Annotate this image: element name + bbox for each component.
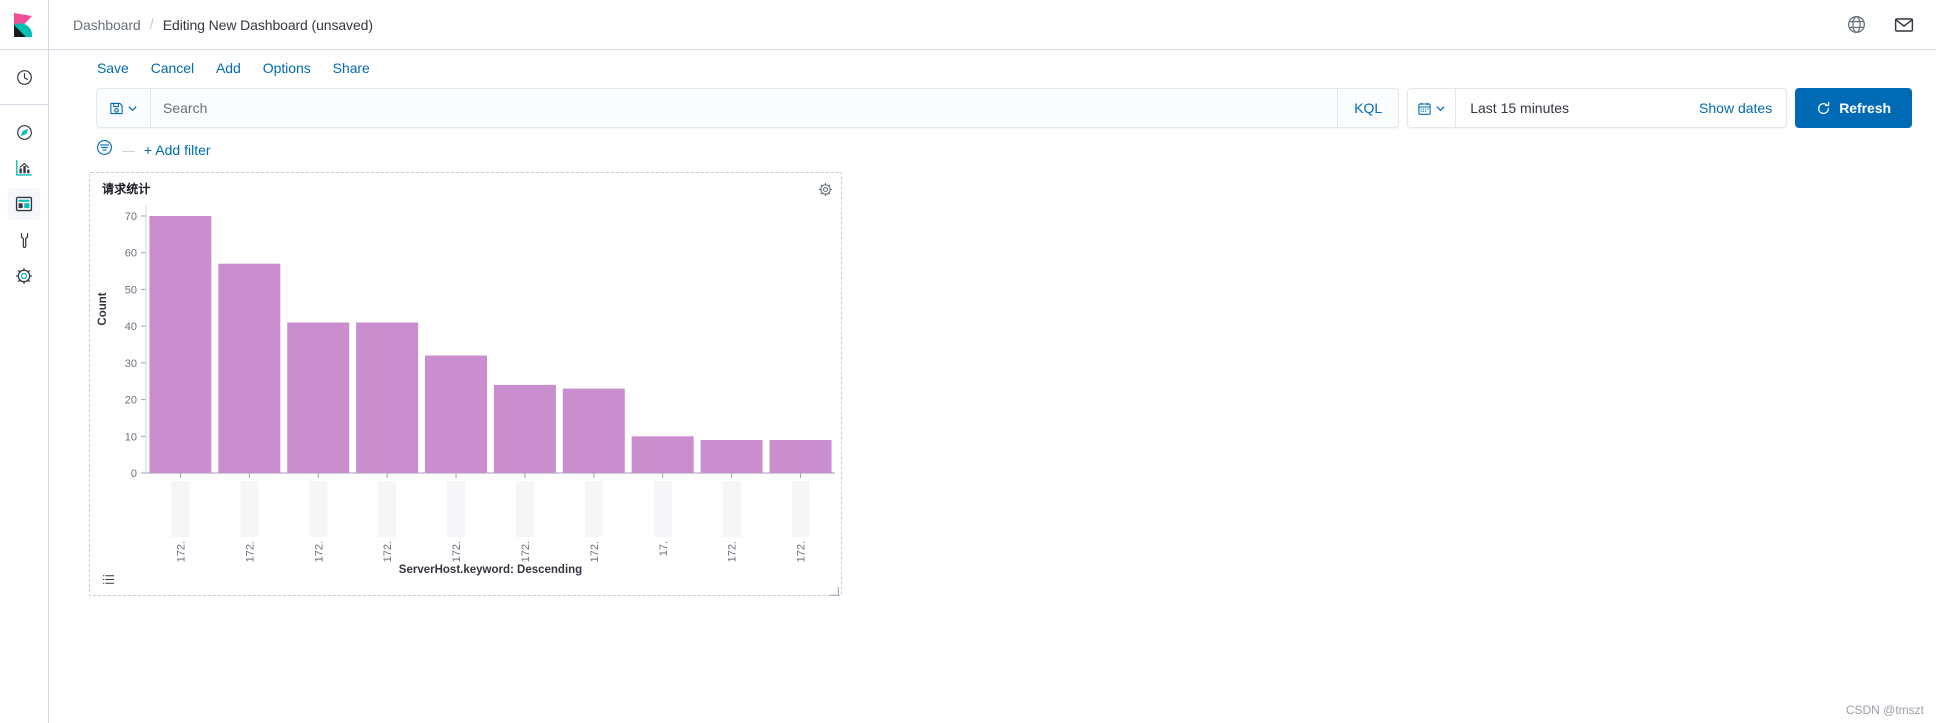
- dashboard-grid: 请求统计 0 10 20 30 40 50 60 70 Count 172. 172. 172. 172…: [49, 164, 1936, 723]
- y-axis-tick-label: 30: [125, 358, 137, 370]
- bar[interactable]: [425, 355, 487, 474]
- sidebar-item-visualize[interactable]: [8, 152, 40, 184]
- x-axis-tick-label: 172.: [796, 541, 808, 562]
- cancel-button[interactable]: Cancel: [151, 58, 194, 78]
- search-bar-group: KQL: [96, 88, 1400, 128]
- filter-list-icon[interactable]: [96, 139, 113, 161]
- time-picker: Last 15 minutes Show dates: [1407, 88, 1788, 128]
- chevron-down-icon: [128, 105, 137, 111]
- filter-dash: —: [122, 142, 135, 158]
- filter-bar: — + Add filter: [49, 128, 1936, 164]
- time-range-value[interactable]: Last 15 minutes: [1456, 89, 1699, 127]
- y-axis-tick-label: 70: [125, 211, 137, 223]
- chevron-down-icon: [1436, 105, 1445, 111]
- breadcrumb-dashboard[interactable]: Dashboard: [73, 17, 141, 33]
- x-axis-tick-label: 172.: [589, 541, 601, 562]
- y-axis-tick-label: 20: [125, 395, 137, 407]
- sidebar-item-dashboard[interactable]: [8, 188, 40, 220]
- bar-chart-icon: [16, 160, 32, 176]
- bar-chart-svg: 0 10 20 30 40 50 60 70 Count 172. 172. 172. 172. 172.…: [97, 205, 835, 576]
- refresh-button[interactable]: Refresh: [1795, 88, 1912, 128]
- search-input[interactable]: [151, 89, 1338, 127]
- sidebar-group-apps: [0, 105, 49, 294]
- legend-list-icon: [102, 575, 115, 584]
- y-axis-tick-label: 60: [125, 248, 137, 260]
- add-button[interactable]: Add: [216, 58, 241, 78]
- main-column: Dashboard / Editing New Dashboard (unsav…: [49, 0, 1936, 723]
- sidebar-item-dev-tools[interactable]: [8, 224, 40, 256]
- save-disk-icon: [110, 102, 123, 114]
- sidebar-item-recently-viewed[interactable]: [8, 61, 40, 93]
- bar[interactable]: [769, 440, 832, 473]
- legend-toggle-icon[interactable]: [102, 573, 116, 587]
- header-actions: [1847, 15, 1914, 35]
- query-bar: KQL Last 15 minutes Show dates: [49, 78, 1936, 128]
- saved-query-button[interactable]: [97, 89, 151, 127]
- x-axis-tick-label: 172.: [451, 541, 463, 562]
- calendar-icon: [1418, 102, 1431, 115]
- y-axis-tick-label: 0: [131, 468, 137, 480]
- share-button[interactable]: Share: [333, 58, 370, 78]
- wrench-icon: [20, 232, 28, 248]
- news-feed-icon[interactable]: [1894, 15, 1914, 35]
- kibana-app: Dashboard / Editing New Dashboard (unsav…: [0, 0, 1936, 723]
- sidebar-item-management[interactable]: [8, 260, 40, 292]
- y-axis-tick-label: 10: [125, 431, 137, 443]
- refresh-icon: [1818, 101, 1830, 114]
- x-axis-tick-label: 172.: [727, 541, 739, 562]
- x-axis-tick-label: 172.: [313, 541, 325, 562]
- x-axis-tick-label: 172.: [176, 541, 188, 562]
- help-icon[interactable]: [1847, 15, 1866, 34]
- dashboard-top-nav: Save Cancel Add Options Share: [49, 50, 1936, 78]
- bar[interactable]: [149, 216, 212, 473]
- primary-sidebar: [0, 0, 49, 723]
- kibana-logo[interactable]: [0, 0, 49, 50]
- watermark: CSDN @tmszt: [1845, 703, 1924, 717]
- refresh-label: Refresh: [1839, 100, 1891, 116]
- save-button[interactable]: Save: [97, 58, 129, 78]
- x-axis-tick-label: 17.: [658, 541, 670, 556]
- bar[interactable]: [562, 388, 625, 473]
- help-circle-icon: [1848, 16, 1865, 33]
- visualization-chart[interactable]: 0 10 20 30 40 50 60 70 Count 172. 172. 172. 172. 172.…: [90, 197, 841, 595]
- envelope-icon: [1894, 17, 1914, 32]
- dashboard-icon: [15, 196, 33, 212]
- gear-icon: [818, 182, 832, 196]
- x-axis-tick-label: 172.: [520, 541, 532, 562]
- bar[interactable]: [631, 436, 694, 473]
- y-axis-title: Count: [97, 292, 109, 325]
- bar[interactable]: [493, 384, 556, 473]
- panel-resize-handle[interactable]: [829, 583, 839, 596]
- bar[interactable]: [356, 322, 419, 474]
- sidebar-group-recent: [0, 50, 49, 105]
- x-axis-tick-label: 172.: [244, 541, 256, 562]
- options-button[interactable]: Options: [263, 58, 311, 78]
- breadcrumb: Dashboard / Editing New Dashboard (unsav…: [73, 16, 1847, 33]
- panel-title: 请求统计: [102, 182, 151, 196]
- bar[interactable]: [700, 440, 763, 473]
- filter-circle-icon: [97, 140, 112, 155]
- app-header: Dashboard / Editing New Dashboard (unsav…: [49, 0, 1936, 50]
- clock-icon: [16, 69, 32, 85]
- bar[interactable]: [218, 263, 281, 473]
- kibana-logo-icon: [14, 12, 33, 37]
- compass-icon: [16, 124, 32, 140]
- bar[interactable]: [287, 322, 350, 474]
- show-dates-button[interactable]: Show dates: [1699, 89, 1786, 127]
- breadcrumb-current: Editing New Dashboard (unsaved): [162, 16, 373, 33]
- panel-options-gear-icon[interactable]: [816, 180, 834, 198]
- x-axis-tick-label: 172.: [382, 541, 394, 562]
- date-quick-select-button[interactable]: [1408, 89, 1457, 127]
- x-axis-title: ServerHost.keyword: Descending: [399, 564, 582, 576]
- resize-handle-icon: [830, 587, 839, 596]
- breadcrumb-separator: /: [149, 16, 154, 33]
- dashboard-panel[interactable]: 请求统计 0 10 20 30 40 50 60 70 Count 172. 172. 172. 172…: [89, 172, 842, 596]
- y-axis-tick-label: 40: [125, 321, 137, 333]
- query-language-button[interactable]: KQL: [1337, 89, 1398, 127]
- gear-icon: [15, 267, 33, 285]
- add-filter-button[interactable]: + Add filter: [144, 142, 211, 158]
- y-axis-tick-label: 50: [125, 284, 137, 296]
- sidebar-item-discover[interactable]: [8, 116, 40, 148]
